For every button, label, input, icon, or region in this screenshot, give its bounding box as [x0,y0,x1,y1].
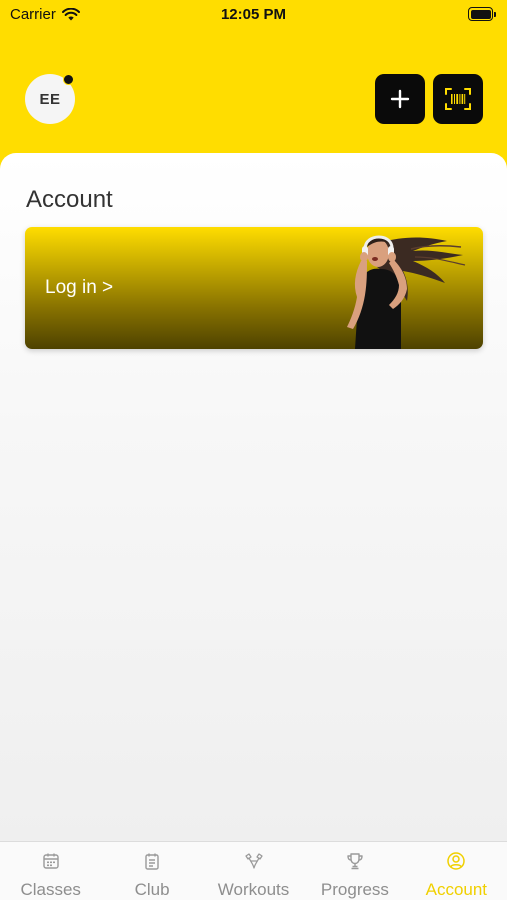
woman-with-headphones-image [347,235,466,349]
status-time: 12:05 PM [220,6,287,23]
main-content: Account Log in > [0,153,507,841]
tab-label: Progress [320,880,389,899]
add-button[interactable] [375,74,425,124]
notification-dot [63,74,74,85]
club-icon [145,853,159,870]
trophy-icon [347,853,363,870]
plus-icon [390,89,410,109]
tab-workouts[interactable]: Workouts [203,842,304,900]
page-title: Account [26,186,113,213]
tab-bar: Classes Club Workouts Progress Account [0,841,507,900]
tab-club[interactable]: Club [101,842,202,900]
calendar-icon [43,853,59,869]
tab-label: Workouts [217,880,290,899]
barcode-scan-icon [445,88,471,110]
login-label: Log in > [45,277,114,298]
avatar[interactable]: EE [25,74,75,124]
battery-icon [468,7,496,21]
login-banner[interactable]: Log in > [25,227,483,349]
scan-button[interactable] [433,74,483,124]
user-circle-icon [447,852,466,870]
status-bar: Carrier 12:05 PM [0,0,507,28]
tab-label: Club [134,880,170,899]
avatar-initials: EE [39,90,61,108]
tab-label: Account [425,880,488,899]
tab-label: Classes [20,880,81,899]
tab-progress[interactable]: Progress [304,842,405,900]
tab-classes[interactable]: Classes [0,842,101,900]
tab-account[interactable]: Account [406,842,507,900]
workouts-icon [244,853,263,869]
